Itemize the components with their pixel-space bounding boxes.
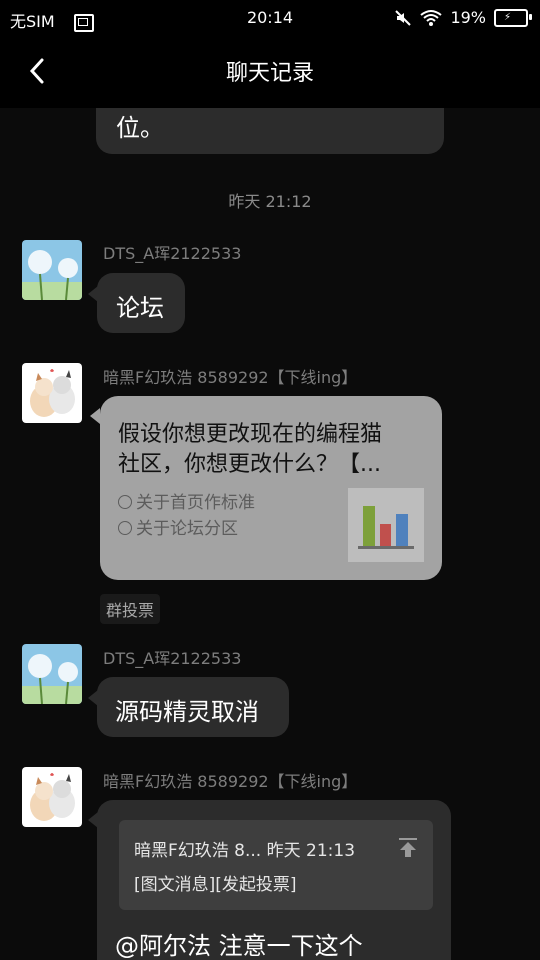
message-bubble[interactable]: 源码精灵取消 — [97, 677, 289, 737]
avatar-cats[interactable] — [22, 363, 82, 423]
status-bar: 无SIM 20:14 19% ⚡ — [0, 0, 540, 36]
pin-to-top-icon[interactable] — [397, 836, 419, 858]
message-bubble-quote[interactable]: 暗黑F幻玖浩 8... 昨天 21:13 [图文消息][发起投票] @阿尔法 注… — [97, 800, 451, 960]
message-text: 论坛 — [116, 294, 164, 322]
dandelion-avatar-image — [22, 644, 82, 704]
quoted-header: 暗黑F幻玖浩 8... 昨天 21:13 — [134, 841, 356, 861]
message-text: @阿尔法 注意一下这个 — [115, 932, 363, 960]
cats-avatar-image — [22, 767, 82, 827]
poll-option-1: 关于首页作标准 — [118, 488, 255, 513]
sender-name: DTS_A珲2122533 — [103, 244, 242, 263]
battery-icon: ⚡ — [494, 8, 532, 27]
bubble-tail — [90, 408, 100, 424]
poll-title-line1: 假设你想更改现在的编程猫 — [118, 422, 383, 447]
sender-name: DTS_A珲2122533 — [103, 649, 242, 668]
bar-chart-icon — [358, 506, 414, 549]
poll-thumbnail — [348, 488, 424, 562]
battery-percent: 19% — [450, 8, 486, 27]
radio-circle-icon — [118, 521, 132, 535]
wifi-icon — [420, 9, 443, 26]
avatar-cats[interactable] — [22, 767, 82, 827]
dandelion-avatar-image — [22, 240, 82, 300]
nav-bar: 聊天记录 — [0, 36, 540, 108]
chat-history[interactable]: 位。 昨天 21:12 DTS_A珲2122533 论坛 暗黑F幻玖浩 8589… — [0, 108, 540, 960]
poll-card[interactable]: 假设你想更改现在的编程猫 社区，你想更改什么？【... 关于首页作标准 关于论坛… — [100, 396, 442, 580]
quoted-message-box[interactable]: 暗黑F幻玖浩 8... 昨天 21:13 [图文消息][发起投票] — [119, 820, 433, 910]
message-text: 位。 — [116, 114, 164, 142]
quoted-body: [图文消息][发起投票] — [134, 875, 297, 895]
group-vote-label: 群投票 — [106, 601, 155, 620]
timestamp-separator: 昨天 21:12 — [228, 192, 312, 211]
message-text: 源码精灵取消 — [115, 698, 259, 726]
poll-option-label: 关于首页作标准 — [136, 493, 255, 513]
avatar-dandelion[interactable] — [22, 644, 82, 704]
poll-option-2: 关于论坛分区 — [118, 514, 238, 539]
sender-name: 暗黑F幻玖浩 8589292【下线ing】 — [103, 368, 358, 387]
group-vote-tag: 群投票 — [100, 594, 161, 624]
radio-circle-icon — [118, 495, 132, 509]
message-bubble-partial[interactable]: 位。 — [96, 108, 444, 154]
sender-name: 暗黑F幻玖浩 8589292【下线ing】 — [103, 772, 358, 791]
poll-option-label: 关于论坛分区 — [136, 519, 238, 539]
poll-title-line2: 社区，你想更改什么？【... — [118, 452, 381, 477]
avatar-dandelion[interactable] — [22, 240, 82, 300]
message-bubble[interactable]: 论坛 — [97, 273, 185, 333]
cats-avatar-image — [22, 363, 82, 423]
mute-icon — [395, 9, 412, 26]
page-title: 聊天记录 — [225, 61, 314, 86]
status-right: 19% ⚡ — [394, 8, 532, 27]
